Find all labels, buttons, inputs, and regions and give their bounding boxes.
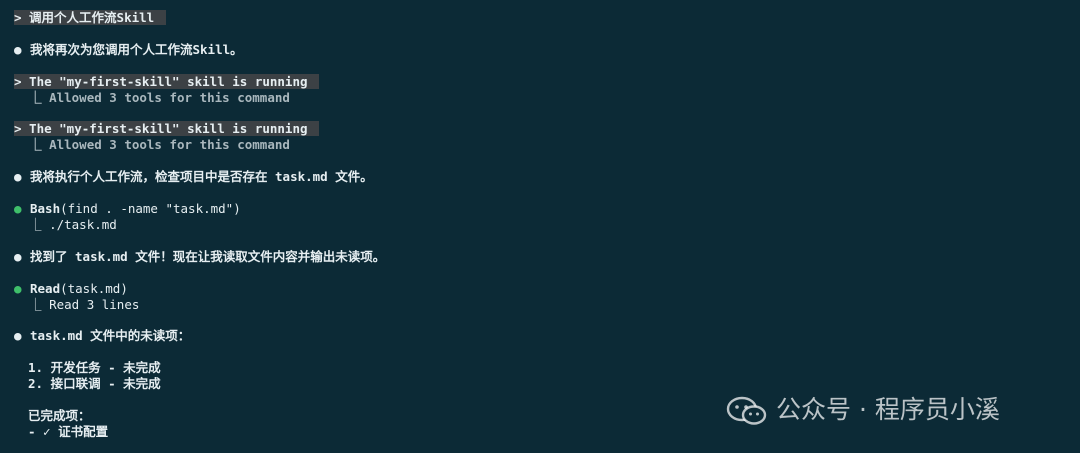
bullet-icon: ● — [14, 249, 22, 264]
wechat-icon — [726, 396, 767, 425]
tool-result: ⎿ Read 3 lines — [14, 297, 140, 312]
bullet-icon: ● — [14, 42, 22, 57]
bash-tool-call: ● Bash(find . -name "task.md") — [14, 201, 241, 217]
tool-result: ⎿ ./task.md — [14, 217, 117, 232]
tool-args: (find . -name "task.md") — [60, 201, 241, 216]
status-dot-icon: ● — [14, 281, 22, 296]
watermark-text: 公众号 · 程序员小溪 — [776, 395, 1000, 424]
skill-tools-note: ⎿ Allowed 3 tools for this command — [14, 90, 290, 105]
list-item: 1. 开发任务 - 未完成 — [28, 360, 161, 375]
assistant-message: ● 我将再次为您调用个人工作流Skill。 — [14, 42, 243, 57]
read-tool-call: ● Read(task.md) — [14, 281, 128, 297]
bullet-icon: ● — [14, 328, 22, 343]
watermark: 公众号 · 程序员小溪 — [726, 393, 1000, 427]
bullet-icon: ● — [14, 169, 22, 184]
user-prompt: > 调用个人工作流Skill — [14, 10, 166, 26]
assistant-message: ● 我将执行个人工作流，检查项目中是否存在 task.md 文件。 — [14, 169, 373, 184]
done-heading: 已完成项： — [28, 408, 91, 423]
status-dot-icon: ● — [14, 201, 22, 216]
skill-status: > The "my-first-skill" skill is running — [14, 74, 320, 90]
skill-tools-note: ⎿ Allowed 3 tools for this command — [14, 137, 290, 152]
assistant-message: ● 找到了 task.md 文件！现在让我读取文件内容并输出未读项。 — [14, 249, 386, 264]
tool-name: Bash — [30, 201, 61, 216]
skill-status: > The "my-first-skill" skill is running — [14, 121, 320, 137]
assistant-message: ● task.md 文件中的未读项： — [14, 328, 191, 343]
list-item: - ✓ 证书配置 — [28, 424, 109, 439]
tool-name: Read — [30, 281, 61, 296]
list-item: 2. 接口联调 - 未完成 — [28, 376, 161, 391]
tool-args: (task.md) — [60, 281, 128, 296]
